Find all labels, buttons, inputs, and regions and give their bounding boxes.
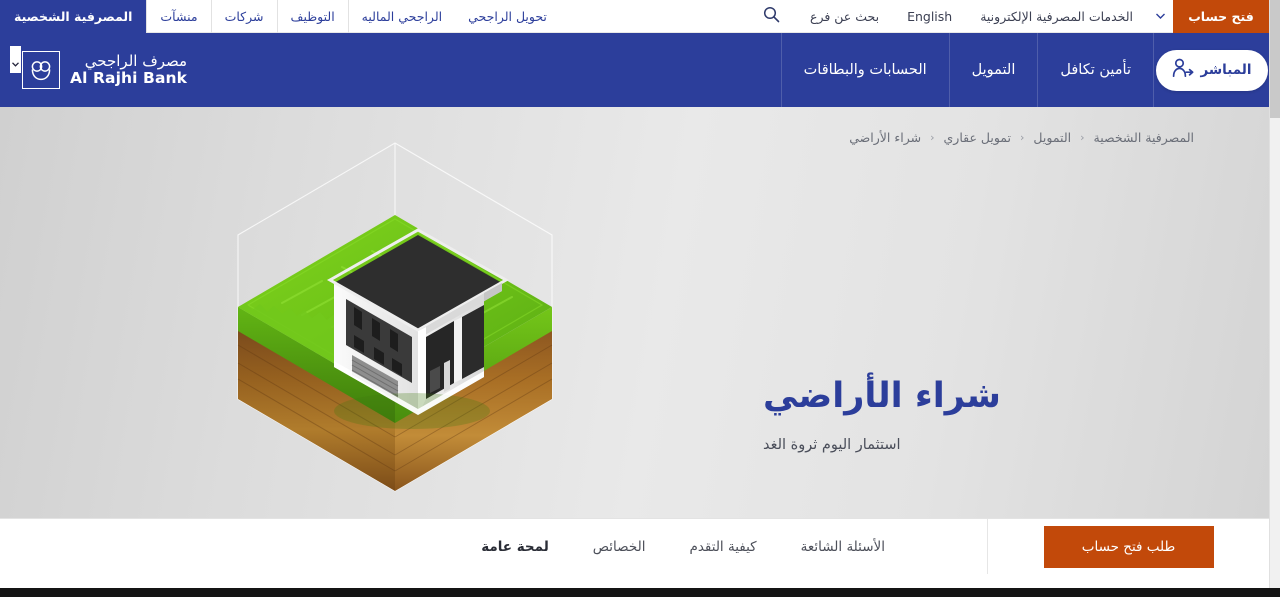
tab-features[interactable]: الخصائص: [571, 519, 668, 575]
breadcrumb: المصرفية الشخصية ‹ التمويل ‹ تمويل عقاري…: [849, 130, 1194, 145]
segment-label: الراجحي الماليه: [361, 9, 443, 24]
nav-divider: [1153, 33, 1154, 107]
chevron-left-icon: ‹: [930, 131, 935, 144]
segment-careers[interactable]: التوظيف: [276, 0, 348, 33]
brand-text: مصرف الراجحي Al Rajhi Bank: [70, 53, 187, 87]
nav-item-takaful-insurance[interactable]: تأمين تكافل: [1038, 33, 1153, 107]
hero-copy: شراء الأراضي استثمار اليوم ثروة الغد: [763, 375, 1183, 453]
tab-overview[interactable]: لمحة عامة: [459, 519, 571, 575]
breadcrumb-item-land-purchase: شراء الأراضي: [849, 130, 922, 145]
brand-logo[interactable]: مصرف الراجحي Al Rajhi Bank: [0, 46, 205, 89]
topbar-left-group: الخدمات المصرفية الإلكترونية English بحث…: [748, 0, 1173, 32]
segment-alrajhi-capital[interactable]: الراجحي الماليه: [347, 0, 455, 33]
language-label: English: [907, 8, 953, 24]
top-utility-bar: فتح حساب الخدمات المصرفية الإلكترونية En…: [0, 0, 1269, 33]
nav-divider: [948, 33, 950, 107]
nav-item-label: الحسابات والبطاقات: [803, 62, 927, 78]
segment-label: المصرفية الشخصية: [14, 9, 133, 24]
nav-item-label: التمويل: [971, 62, 1016, 78]
segment-label: تحويل الراجحي: [468, 9, 547, 24]
page-scrollbar[interactable]: [1269, 0, 1280, 588]
isometric-house-on-land-illustration: [222, 131, 568, 503]
open-account-label: فتح حساب: [1188, 9, 1254, 24]
find-branch-label: بحث عن فرع: [809, 8, 880, 24]
segment-label: منشآت: [160, 9, 198, 24]
tab-list: الأسئلة الشائعة كيفية التقدم الخصائص لمح…: [0, 519, 987, 575]
hero-banner: شراء الأراضي استثمار اليوم ثروة الغد: [0, 107, 1269, 518]
segment-sme[interactable]: منشآت: [146, 0, 210, 33]
header-dropdown-artifact[interactable]: [10, 46, 21, 73]
tab-label: الخصائص: [592, 538, 646, 555]
page-subtitle: استثمار اليوم ثروة الغد: [763, 436, 901, 453]
mubasher-pill-wrap: المباشر: [1154, 49, 1269, 91]
tab-label: لمحة عامة: [481, 538, 549, 555]
ebanking-link[interactable]: الخدمات المصرفية الإلكترونية: [966, 0, 1147, 33]
section-tab-bar: طلب فتح حساب الأسئلة الشائعة كيفية التقد…: [0, 518, 1269, 575]
tab-how-to-apply[interactable]: كيفية التقدم: [667, 519, 778, 575]
open-account-button[interactable]: فتح حساب: [1173, 0, 1269, 33]
segment-label: شركات: [224, 9, 264, 24]
tab-label: كيفية التقدم: [689, 538, 757, 555]
brand-name-english: Al Rajhi Bank: [70, 68, 188, 87]
brand-name-arabic: مصرف الراجحي: [84, 51, 188, 70]
mubasher-login-button[interactable]: المباشر: [1155, 49, 1268, 91]
nav-item-financing[interactable]: التمويل: [950, 33, 1038, 107]
tab-label: الأسئلة الشائعة: [800, 538, 885, 555]
scrollbar-thumb[interactable]: [1270, 0, 1280, 118]
nav-divider: [1037, 33, 1039, 107]
tab-faq[interactable]: الأسئلة الشائعة: [779, 519, 907, 575]
user-login-icon: [1172, 58, 1194, 82]
chevron-down-icon: [12, 52, 19, 71]
request-open-account-button[interactable]: طلب فتح حساب: [1043, 525, 1214, 568]
page-title: شراء الأراضي: [763, 376, 1001, 416]
segment-corporate[interactable]: شركات: [210, 0, 277, 33]
main-navigation-bar: المباشر تأمين تكافل التمويل الحسابات وال…: [0, 33, 1269, 107]
browser-bottom-chrome: [0, 588, 1280, 597]
breadcrumb-item-real-estate-financing[interactable]: تمويل عقاري: [944, 130, 1012, 145]
segment-label: التوظيف: [290, 9, 335, 24]
page-bottom-strip: [0, 574, 1269, 588]
page-root: فتح حساب الخدمات المصرفية الإلكترونية En…: [0, 0, 1280, 597]
cta-zone: طلب فتح حساب: [987, 518, 1269, 575]
segment-tahweel-alrajhi[interactable]: تحويل الراجحي: [455, 0, 560, 33]
search-button[interactable]: [748, 0, 796, 33]
topbar-segment-group: تحويل الراجحي الراجحي الماليه التوظيف شر…: [0, 0, 560, 33]
nav-item-label: تأمين تكافل: [1060, 62, 1131, 78]
nav-item-accounts-and-cards[interactable]: الحسابات والبطاقات: [782, 33, 949, 107]
mubasher-label: المباشر: [1200, 62, 1252, 78]
cta-label: طلب فتح حساب: [1081, 538, 1176, 555]
language-switch-link[interactable]: English: [893, 0, 966, 33]
chevron-down-icon: [1155, 13, 1165, 19]
find-branch-link[interactable]: بحث عن فرع: [796, 0, 893, 33]
breadcrumb-item-financing[interactable]: التمويل: [1033, 130, 1071, 145]
breadcrumb-item-personal-banking[interactable]: المصرفية الشخصية: [1094, 130, 1194, 145]
nav-divider: [780, 33, 782, 107]
chevron-left-icon: ‹: [1020, 131, 1025, 144]
topbar-dropdown-toggle[interactable]: [1147, 0, 1173, 33]
search-icon: [763, 6, 780, 27]
chevron-left-icon: ‹: [1080, 131, 1085, 144]
segment-personal-banking[interactable]: المصرفية الشخصية: [0, 0, 147, 33]
ebanking-label: الخدمات المصرفية الإلكترونية: [980, 8, 1133, 24]
al-rajhi-logo-mark: [22, 51, 60, 89]
